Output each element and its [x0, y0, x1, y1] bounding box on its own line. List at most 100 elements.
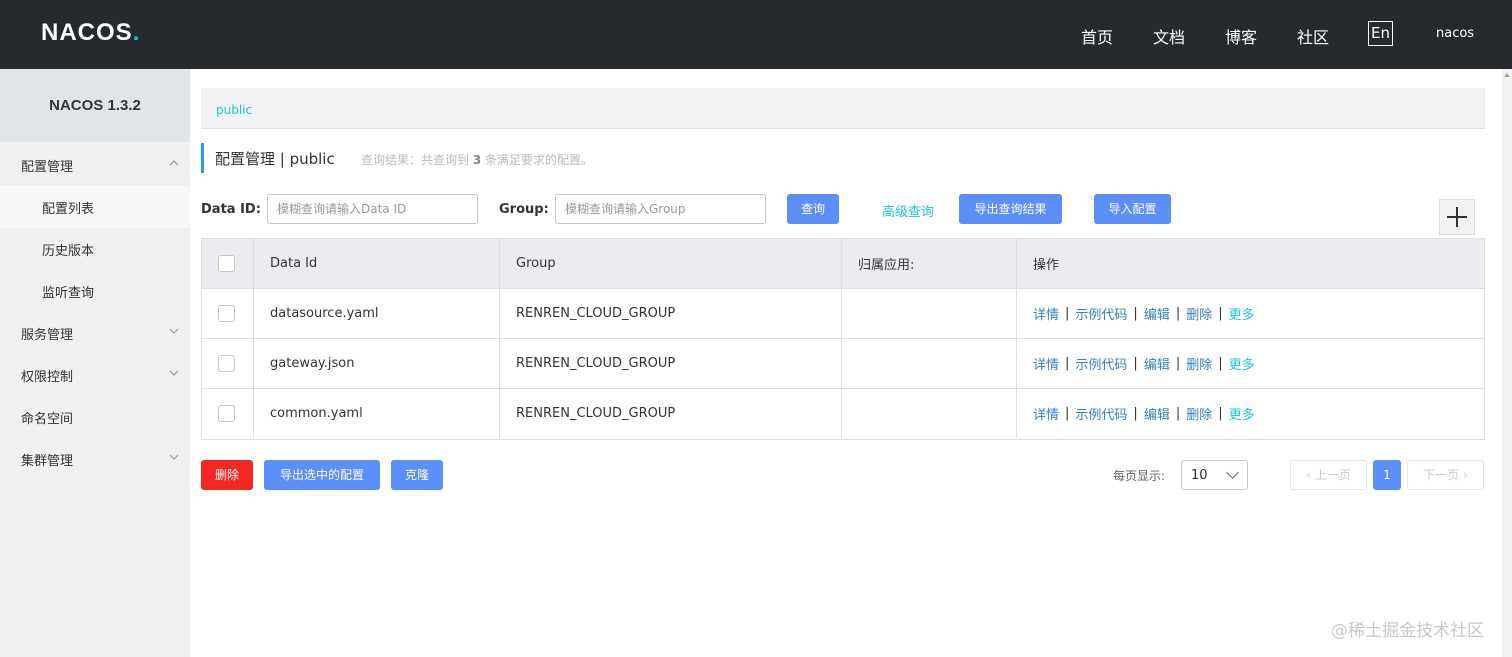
- config-table: Data Id Group 归属应用: 操作 datasource.yaml R…: [201, 238, 1485, 440]
- chevron-down-icon: [1226, 466, 1239, 479]
- page-title: 配置管理 | public: [215, 150, 335, 168]
- advanced-query-link[interactable]: 高级查询: [882, 201, 934, 220]
- more-link[interactable]: 更多: [1229, 304, 1255, 323]
- next-page-label: 下一页: [1423, 468, 1460, 482]
- cell-app: [842, 289, 1017, 338]
- sidebar-item-label: 配置列表: [42, 201, 95, 217]
- query-result-summary: 查询结果：共查询到 3 条满足要求的配置。: [361, 153, 594, 167]
- select-all-cell: [202, 239, 254, 288]
- sidebar-item-label: 历史版本: [42, 243, 95, 259]
- chevron-up-icon: [169, 160, 179, 166]
- delete-link[interactable]: 删除: [1186, 304, 1212, 323]
- page-size-select[interactable]: 10: [1181, 460, 1248, 490]
- page-number-current[interactable]: 1: [1373, 460, 1401, 490]
- query-button[interactable]: 查询: [787, 194, 839, 224]
- prev-page-button[interactable]: ‹ 上一页: [1290, 460, 1367, 490]
- table-header-row: Data Id Group 归属应用: 操作: [202, 239, 1484, 289]
- import-config-button[interactable]: 导入配置: [1094, 194, 1171, 224]
- page-size-value: 10: [1191, 468, 1208, 483]
- watermark: @稀土掘金技术社区: [1331, 621, 1484, 641]
- detail-link[interactable]: 详情: [1033, 354, 1059, 373]
- row-select-cell: [202, 339, 254, 388]
- select-all-checkbox[interactable]: [218, 255, 235, 272]
- bulk-delete-button[interactable]: 删除: [201, 460, 253, 490]
- edit-link[interactable]: 编辑: [1144, 404, 1170, 423]
- export-selected-button[interactable]: 导出选中的配置: [264, 460, 380, 490]
- page-header: 配置管理 | public 查询结果：共查询到 3 条满足要求的配置。: [201, 143, 593, 173]
- nav-home[interactable]: 首页: [1081, 24, 1113, 48]
- sidebar-item-label: 集群管理: [21, 453, 74, 469]
- sidebar-item-access-control[interactable]: 权限控制: [0, 354, 190, 396]
- sidebar-version-title: NACOS 1.3.2: [0, 69, 190, 142]
- top-header: NACOS. 首页 文档 博客 社区 En nacos: [0, 0, 1512, 69]
- namespace-link-public[interactable]: public: [216, 103, 252, 117]
- cell-app: [842, 339, 1017, 388]
- more-link[interactable]: 更多: [1229, 354, 1255, 373]
- language-toggle-button[interactable]: En: [1368, 21, 1393, 46]
- delete-link[interactable]: 删除: [1186, 354, 1212, 373]
- sidebar-item-service-management[interactable]: 服务管理: [0, 312, 190, 354]
- row-select-cell: [202, 389, 254, 438]
- edit-link[interactable]: 编辑: [1144, 354, 1170, 373]
- more-link[interactable]: 更多: [1229, 404, 1255, 423]
- cell-group: RENREN_CLOUD_GROUP: [500, 389, 842, 438]
- sample-code-link[interactable]: 示例代码: [1075, 304, 1127, 323]
- row-checkbox[interactable]: [218, 355, 235, 372]
- cell-group: RENREN_CLOUD_GROUP: [500, 289, 842, 338]
- chevron-right-icon: ›: [1463, 468, 1468, 482]
- cell-data-id: common.yaml: [254, 389, 500, 438]
- cell-operations: 详情 | 示例代码 | 编辑 | 删除 | 更多: [1033, 304, 1255, 323]
- next-page-button[interactable]: 下一页 ›: [1407, 460, 1484, 490]
- column-header-data-id[interactable]: Data Id: [254, 239, 500, 288]
- chevron-down-icon: [169, 370, 179, 376]
- row-checkbox[interactable]: [218, 405, 235, 422]
- sidebar-item-cluster-management[interactable]: 集群管理: [0, 438, 190, 480]
- row-select-cell: [202, 289, 254, 338]
- sample-code-link[interactable]: 示例代码: [1075, 404, 1127, 423]
- user-name[interactable]: nacos: [1436, 26, 1474, 41]
- detail-link[interactable]: 详情: [1033, 404, 1059, 423]
- cell-operations: 详情 | 示例代码 | 编辑 | 删除 | 更多: [1033, 354, 1255, 373]
- sidebar-item-config-list[interactable]: 配置列表: [0, 186, 190, 228]
- row-checkbox[interactable]: [218, 305, 235, 322]
- sample-code-link[interactable]: 示例代码: [1075, 354, 1127, 373]
- column-header-group[interactable]: Group: [500, 239, 842, 288]
- sidebar-item-listener-query[interactable]: 监听查询: [0, 270, 190, 312]
- sidebar-item-namespace[interactable]: 命名空间: [0, 396, 190, 438]
- sidebar-item-history[interactable]: 历史版本: [0, 228, 190, 270]
- cell-data-id: datasource.yaml: [254, 289, 500, 338]
- top-nav: 首页 文档 博客 社区 En nacos: [0, 0, 1512, 69]
- table-row: datasource.yaml RENREN_CLOUD_GROUP 详情 | 示…: [202, 289, 1484, 339]
- sidebar-item-label: 命名空间: [21, 411, 74, 427]
- detail-link[interactable]: 详情: [1033, 304, 1059, 323]
- cell-operations: 详情 | 示例代码 | 编辑 | 删除 | 更多: [1033, 404, 1255, 423]
- namespace-bar: public: [201, 88, 1485, 129]
- nav-docs[interactable]: 文档: [1153, 24, 1185, 48]
- dataid-label: Data ID:: [201, 202, 261, 217]
- clone-button[interactable]: 克隆: [391, 460, 443, 490]
- chevron-left-icon: ‹: [1306, 468, 1311, 482]
- nav-community[interactable]: 社区: [1297, 24, 1329, 48]
- sidebar-item-label: 监听查询: [42, 285, 95, 301]
- export-results-button[interactable]: 导出查询结果: [959, 194, 1062, 224]
- add-config-plus-icon[interactable]: [1439, 199, 1475, 235]
- edit-link[interactable]: 编辑: [1144, 304, 1170, 323]
- table-row: common.yaml RENREN_CLOUD_GROUP 详情 | 示例代码 |…: [202, 389, 1484, 439]
- cell-group: RENREN_CLOUD_GROUP: [500, 339, 842, 388]
- group-search-input[interactable]: [555, 194, 766, 224]
- dataid-search-input[interactable]: [267, 194, 478, 224]
- group-label: Group:: [499, 202, 549, 217]
- nav-blog[interactable]: 博客: [1225, 24, 1257, 48]
- vertical-scrollbar[interactable]: [1502, 69, 1512, 657]
- sidebar-item-config-management[interactable]: 配置管理: [0, 144, 190, 186]
- page-size-label: 每页显示:: [1113, 469, 1166, 483]
- chevron-down-icon: [169, 454, 179, 460]
- sidebar: NACOS 1.3.2 配置管理 配置列表 历史版本 监听查询 服务管理 权限控…: [0, 69, 190, 657]
- cell-data-id: gateway.json: [254, 339, 500, 388]
- delete-link[interactable]: 删除: [1186, 404, 1212, 423]
- prev-page-label: 上一页: [1314, 468, 1351, 482]
- scroll-up-arrow-icon[interactable]: [1504, 73, 1510, 77]
- cell-app: [842, 389, 1017, 438]
- sidebar-item-label: 权限控制: [21, 369, 74, 385]
- column-header-app[interactable]: 归属应用:: [842, 239, 1017, 288]
